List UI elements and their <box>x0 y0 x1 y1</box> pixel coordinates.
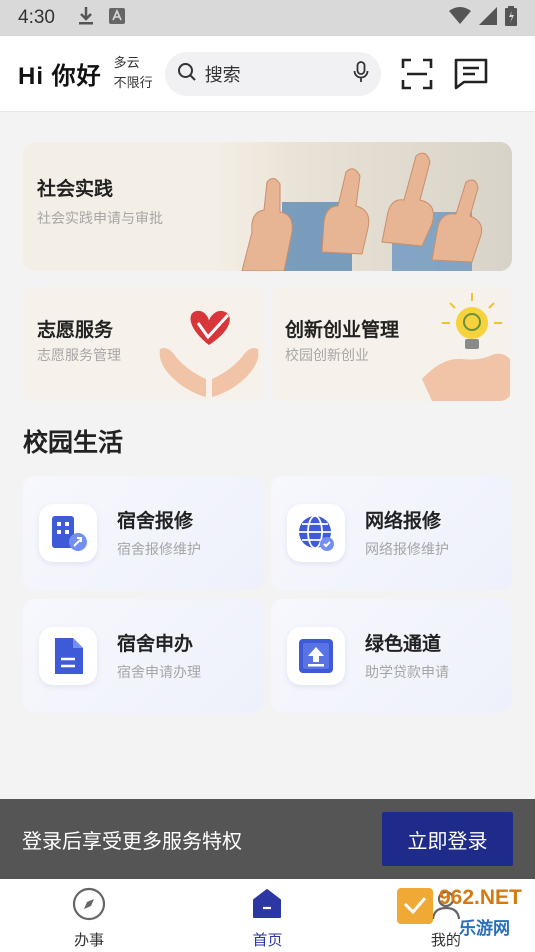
volunteer-service-banner[interactable]: 志愿服务 志愿服务管理 <box>23 287 264 401</box>
nav-tab-home[interactable]: 首页 <box>178 879 356 952</box>
thumbs-up-illustration <box>212 142 512 271</box>
status-time: 4:30 <box>18 7 55 28</box>
card-title: 绿色通道 <box>365 633 442 655</box>
heart-hands-icon <box>159 310 259 397</box>
upload-box-icon <box>287 627 345 685</box>
app-notification-icon <box>108 8 125 28</box>
login-button[interactable]: 立即登录 <box>382 812 513 866</box>
greeting-title: Hi 你好 <box>18 63 102 90</box>
search-input[interactable]: 搜索 <box>205 61 353 87</box>
battery-icon <box>505 6 517 30</box>
watermark-brand: 962.NET <box>439 886 522 909</box>
traffic-restriction: 不限行 <box>113 75 153 91</box>
document-icon <box>39 627 97 685</box>
wifi-icon <box>449 7 471 29</box>
card-title: 宿舍申办 <box>117 633 194 655</box>
card-subtitle: 助学贷款申请 <box>365 665 449 681</box>
nav-label: 办事 <box>74 931 105 949</box>
innovation-entrepreneurship-banner[interactable]: 创新创业管理 校园创新创业 <box>271 287 512 401</box>
section-title-campus-life: 校园生活 <box>23 428 124 457</box>
card-network-repair[interactable]: 网络报修 网络报修维护 <box>271 476 512 590</box>
card-green-channel[interactable]: 绿色通道 助学贷款申请 <box>271 599 512 713</box>
download-icon <box>77 6 95 30</box>
building-repair-icon <box>39 504 97 562</box>
banner-title: 志愿服务 <box>37 319 114 341</box>
card-subtitle: 宿舍申请办理 <box>117 665 201 681</box>
nav-tab-services[interactable]: 办事 <box>0 879 178 952</box>
home-icon <box>250 887 284 925</box>
weather-condition: 多云 <box>113 55 140 71</box>
app-header: Hi 你好 多云 不限行 搜索 <box>0 36 535 112</box>
banner-subtitle: 志愿服务管理 <box>37 348 121 364</box>
globe-check-icon <box>287 504 345 562</box>
weather-info[interactable]: 多云 不限行 <box>114 54 153 94</box>
login-prompt-bar: 登录后享受更多服务特权 立即登录 <box>0 799 535 879</box>
watermark-sub: 乐游网 <box>459 919 510 939</box>
banner-subtitle: 校园创新创业 <box>285 348 369 364</box>
search-icon <box>177 62 197 86</box>
compass-icon <box>72 887 106 925</box>
signal-icon <box>479 7 497 29</box>
scan-icon[interactable] <box>399 56 435 92</box>
message-icon[interactable] <box>453 56 489 92</box>
card-dorm-application[interactable]: 宿舍申办 宿舍申请办理 <box>23 599 264 713</box>
status-bar: 4:30 <box>0 0 535 36</box>
microphone-icon[interactable] <box>353 60 369 87</box>
card-title: 网络报修 <box>365 510 442 532</box>
nav-label: 首页 <box>252 931 283 949</box>
login-prompt-text: 登录后享受更多服务特权 <box>22 828 242 853</box>
site-watermark: 962.NET 乐游网 <box>395 880 535 946</box>
search-bar[interactable]: 搜索 <box>164 51 381 96</box>
social-practice-banner[interactable]: 社会实践 社会实践申请与审批 <box>23 142 512 271</box>
card-dorm-repair[interactable]: 宿舍报修 宿舍报修维护 <box>23 476 264 590</box>
card-title: 宿舍报修 <box>117 510 194 532</box>
banner-subtitle: 社会实践申请与审批 <box>37 211 163 227</box>
card-subtitle: 宿舍报修维护 <box>117 542 201 558</box>
card-subtitle: 网络报修维护 <box>365 542 449 558</box>
banner-title: 社会实践 <box>37 178 114 200</box>
lightbulb-hand-icon <box>422 293 510 401</box>
banner-title: 创新创业管理 <box>285 319 400 341</box>
